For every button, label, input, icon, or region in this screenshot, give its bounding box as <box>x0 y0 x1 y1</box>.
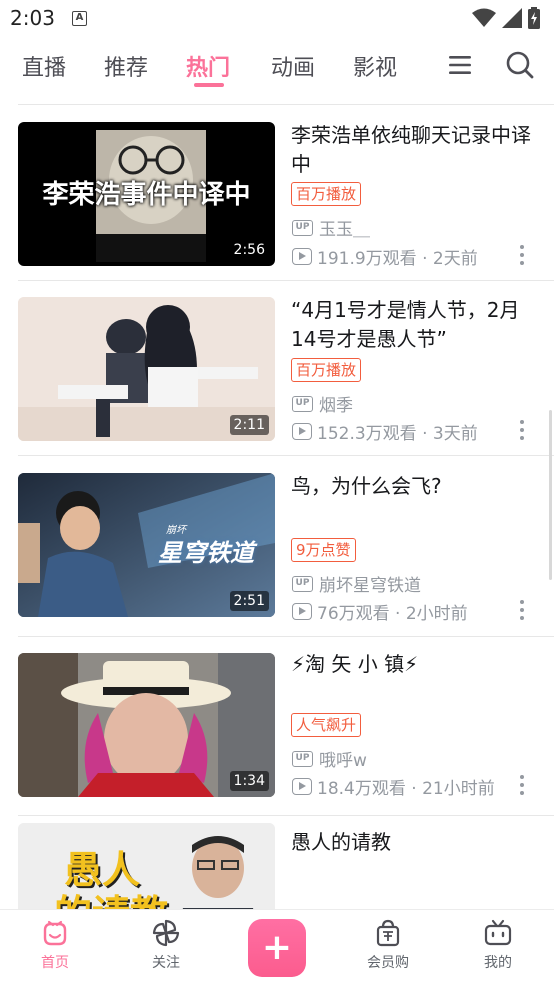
menu-icon[interactable] <box>446 50 476 80</box>
shopping-bag-icon <box>376 919 400 947</box>
active-tab-indicator <box>194 83 224 87</box>
video-title[interactable]: 愚人的请教 <box>291 828 541 857</box>
bottom-nav-label: 我的 <box>484 955 512 971</box>
view-stats: 152.3万观看 · 3天前 <box>317 424 478 444</box>
video-duration: 2:11 <box>229 415 269 435</box>
stats-row: 76万观看 · 2小时前 <box>292 599 468 624</box>
uploader-name: 烟季 <box>319 396 353 416</box>
uploader-row[interactable]: UP 烟季 <box>292 391 353 416</box>
pinwheel-icon <box>152 919 180 947</box>
up-icon: UP <box>292 750 313 767</box>
up-icon: UP <box>292 575 313 592</box>
play-count-icon <box>292 423 312 440</box>
uploader-row[interactable]: UP 玉玉＿ <box>292 215 370 240</box>
more-options-icon[interactable] <box>518 420 526 440</box>
bottom-nav-label: 关注 <box>152 955 180 971</box>
signal-icon <box>502 8 522 28</box>
thumbnail-subcaption: 的请教 <box>54 883 168 909</box>
top-nav: 直播 推荐 热门 动画 影视 <box>0 38 554 94</box>
view-stats: 18.4万观看 · 21小时前 <box>317 779 495 799</box>
video-card[interactable]: 2:11 “4月1号才是情人节，2月14号才是愚人节” 百万播放 UP 烟季 1… <box>0 280 554 456</box>
bottom-nav-home[interactable]: 首页 <box>15 918 95 972</box>
more-options-icon[interactable] <box>518 245 526 265</box>
bottom-nav-label: 会员购 <box>367 955 409 971</box>
thumbnail-caption: 李荣浩事件中译中 <box>42 180 251 210</box>
bottom-nav-bar: 首页 关注 + 会员购 我的 <box>0 909 554 984</box>
video-duration: 1:34 <box>229 771 269 791</box>
status-icons <box>472 7 540 29</box>
scrollbar[interactable] <box>549 410 552 580</box>
video-duration: 2:51 <box>229 591 269 611</box>
play-count-icon <box>292 603 312 620</box>
play-count-icon <box>292 248 312 265</box>
status-bar: 2:03 A <box>0 0 554 38</box>
play-count-icon <box>292 778 312 795</box>
home-icon <box>43 920 67 946</box>
uploader-row[interactable]: UP 哦呼w <box>292 746 367 771</box>
tab-recommend[interactable]: 推荐 <box>104 50 148 82</box>
uploader-row[interactable]: UP 崩坏星穹铁道 <box>292 571 421 596</box>
wifi-icon <box>472 8 496 27</box>
video-card[interactable]: 愚人 的请教 愚人的请教 <box>0 816 554 909</box>
bottom-nav-vip-shop[interactable]: 会员购 <box>348 918 428 972</box>
uploader-name: 哦呼w <box>319 751 367 771</box>
popularity-badge: 人气飙升 <box>291 713 362 737</box>
tv-icon <box>484 919 512 946</box>
tab-hot[interactable]: 热门 <box>186 50 230 82</box>
thumbnail-caption: 星穹铁道 <box>158 539 254 567</box>
view-stats: 76万观看 · 2小时前 <box>317 604 468 624</box>
tab-movies[interactable]: 影视 <box>353 50 397 82</box>
publish-button[interactable]: + <box>248 919 306 977</box>
view-stats: 191.9万观看 · 2天前 <box>317 249 478 269</box>
video-thumbnail[interactable]: 崩坏 星穹铁道 2:51 <box>18 473 275 617</box>
bottom-nav-label: 首页 <box>41 955 69 971</box>
video-thumbnail[interactable]: 1:34 <box>18 653 275 797</box>
popularity-badge: 百万播放 <box>291 358 362 382</box>
more-options-icon[interactable] <box>518 775 526 795</box>
video-feed[interactable]: 李荣浩事件中译中 2:56 李荣浩单依纯聊天记录中译中 百万播放 UP 玉玉＿ … <box>0 105 554 909</box>
notification-a-icon: A <box>72 11 87 26</box>
search-icon[interactable] <box>505 50 535 80</box>
video-thumbnail[interactable]: 2:11 <box>18 297 275 441</box>
up-icon: UP <box>292 219 313 236</box>
video-title[interactable]: 鸟，为什么会飞? <box>291 472 541 501</box>
video-card[interactable]: 1:34 ⚡淘 矢 小 镇⚡ 人气飙升 UP 哦呼w 18.4万观看 · 21小… <box>0 636 554 816</box>
bottom-nav-mine[interactable]: 我的 <box>458 918 538 972</box>
stats-row: 18.4万观看 · 21小时前 <box>292 774 495 799</box>
video-title[interactable]: “4月1号才是情人节，2月14号才是愚人节” <box>291 296 541 354</box>
uploader-name: 玉玉＿ <box>319 220 370 240</box>
video-title[interactable]: 李荣浩单依纯聊天记录中译中 <box>291 121 541 179</box>
tab-anime[interactable]: 动画 <box>271 50 315 82</box>
video-thumbnail[interactable]: 愚人 的请教 <box>18 823 275 909</box>
video-duration: 2:56 <box>229 240 269 260</box>
popularity-badge: 百万播放 <box>291 182 362 206</box>
status-time: 2:03 <box>10 6 55 30</box>
up-icon: UP <box>292 395 313 412</box>
tab-live[interactable]: 直播 <box>22 50 66 82</box>
bottom-nav-following[interactable]: 关注 <box>126 918 206 972</box>
uploader-name: 崩坏星穹铁道 <box>319 576 421 596</box>
video-card[interactable]: 崩坏 星穹铁道 2:51 鸟，为什么会飞? 9万点赞 UP 崩坏星穹铁道 76万… <box>0 456 554 637</box>
plus-icon: + <box>261 927 293 968</box>
video-thumbnail[interactable]: 李荣浩事件中译中 2:56 <box>18 122 275 266</box>
video-title[interactable]: ⚡淘 矢 小 镇⚡ <box>291 650 541 679</box>
stats-row: 191.9万观看 · 2天前 <box>292 244 478 269</box>
more-options-icon[interactable] <box>518 600 526 620</box>
video-card[interactable]: 李荣浩事件中译中 2:56 李荣浩单依纯聊天记录中译中 百万播放 UP 玉玉＿ … <box>0 105 554 281</box>
popularity-badge: 9万点赞 <box>291 538 356 562</box>
stats-row: 152.3万观看 · 3天前 <box>292 419 478 444</box>
battery-icon <box>528 7 540 29</box>
